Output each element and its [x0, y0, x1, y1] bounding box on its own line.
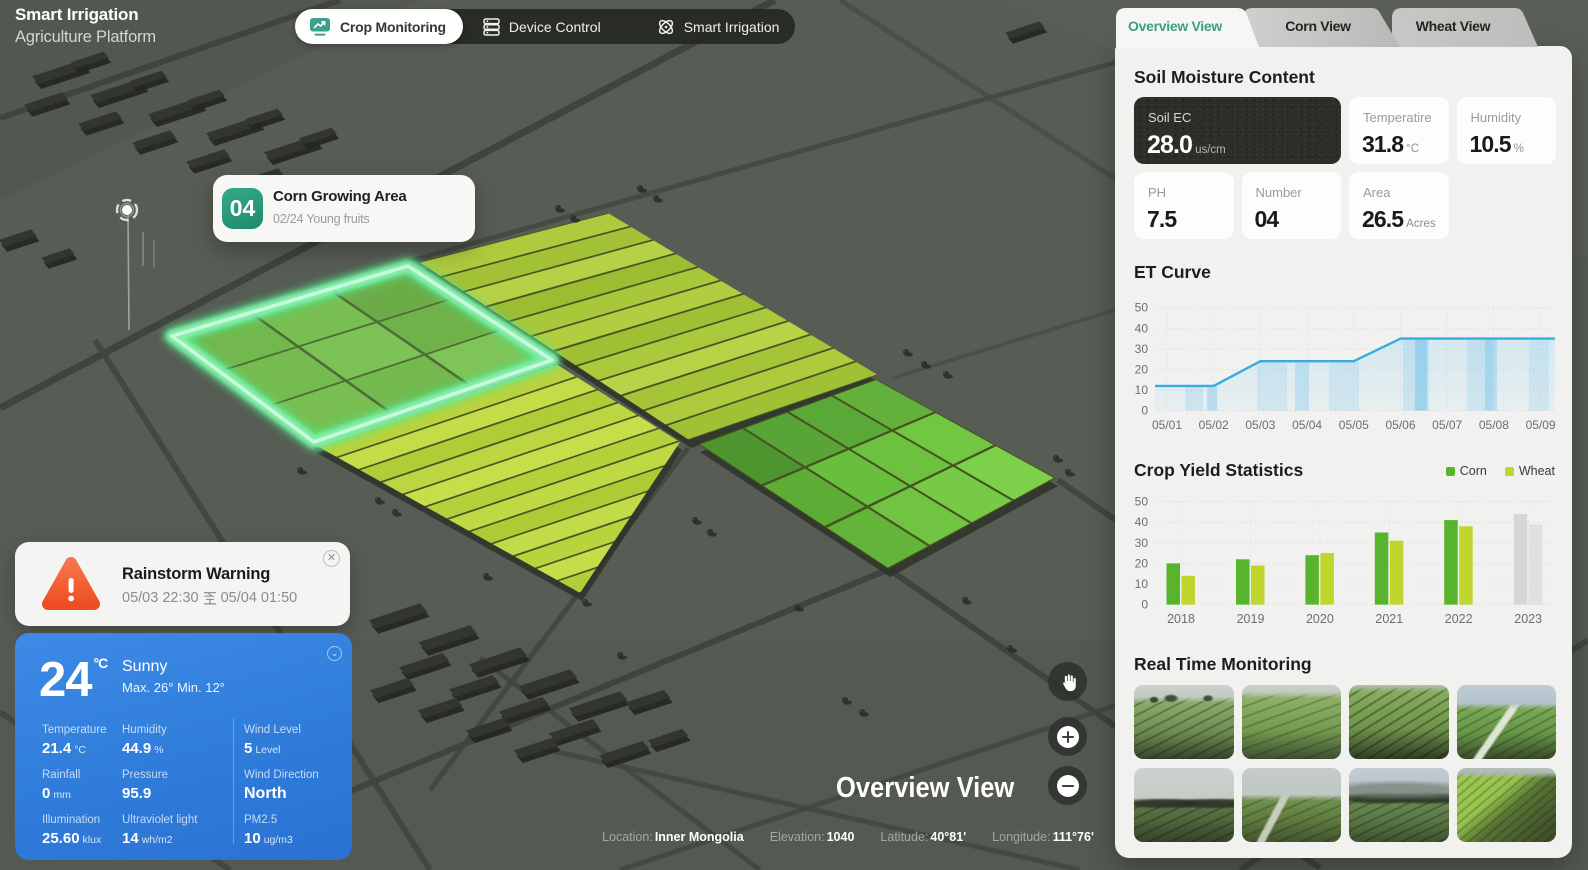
svg-text:10: 10: [1135, 383, 1149, 397]
svg-text:10: 10: [1135, 577, 1149, 591]
svg-text:2021: 2021: [1375, 612, 1403, 626]
svg-text:05/02: 05/02: [1199, 418, 1229, 432]
svg-text:05/06: 05/06: [1385, 418, 1415, 432]
svg-text:05/07: 05/07: [1432, 418, 1462, 432]
svg-text:05/05: 05/05: [1339, 418, 1369, 432]
svg-text:2018: 2018: [1167, 612, 1195, 626]
svg-text:2022: 2022: [1445, 612, 1473, 626]
svg-text:Corn View: Corn View: [1285, 18, 1351, 34]
svg-text:Overview View: Overview View: [1128, 18, 1222, 34]
svg-text:05/03: 05/03: [1245, 418, 1275, 432]
svg-text:05/09: 05/09: [1526, 418, 1556, 432]
svg-text:30: 30: [1135, 342, 1149, 356]
svg-text:50: 50: [1135, 301, 1149, 315]
svg-text:50: 50: [1135, 495, 1149, 509]
svg-text:05/08: 05/08: [1479, 418, 1509, 432]
svg-text:Wheat View: Wheat View: [1416, 18, 1491, 34]
svg-text:05/01: 05/01: [1152, 418, 1182, 432]
svg-text:0: 0: [1141, 404, 1148, 418]
svg-text:2023: 2023: [1514, 612, 1542, 626]
svg-text:2019: 2019: [1237, 612, 1265, 626]
svg-text:20: 20: [1135, 556, 1149, 570]
svg-text:40: 40: [1135, 321, 1149, 335]
svg-text:05/04: 05/04: [1292, 418, 1322, 432]
svg-text:0: 0: [1141, 598, 1148, 612]
svg-text:30: 30: [1135, 536, 1149, 550]
svg-text:20: 20: [1135, 362, 1149, 376]
svg-text:2020: 2020: [1306, 612, 1334, 626]
svg-text:40: 40: [1135, 515, 1149, 529]
